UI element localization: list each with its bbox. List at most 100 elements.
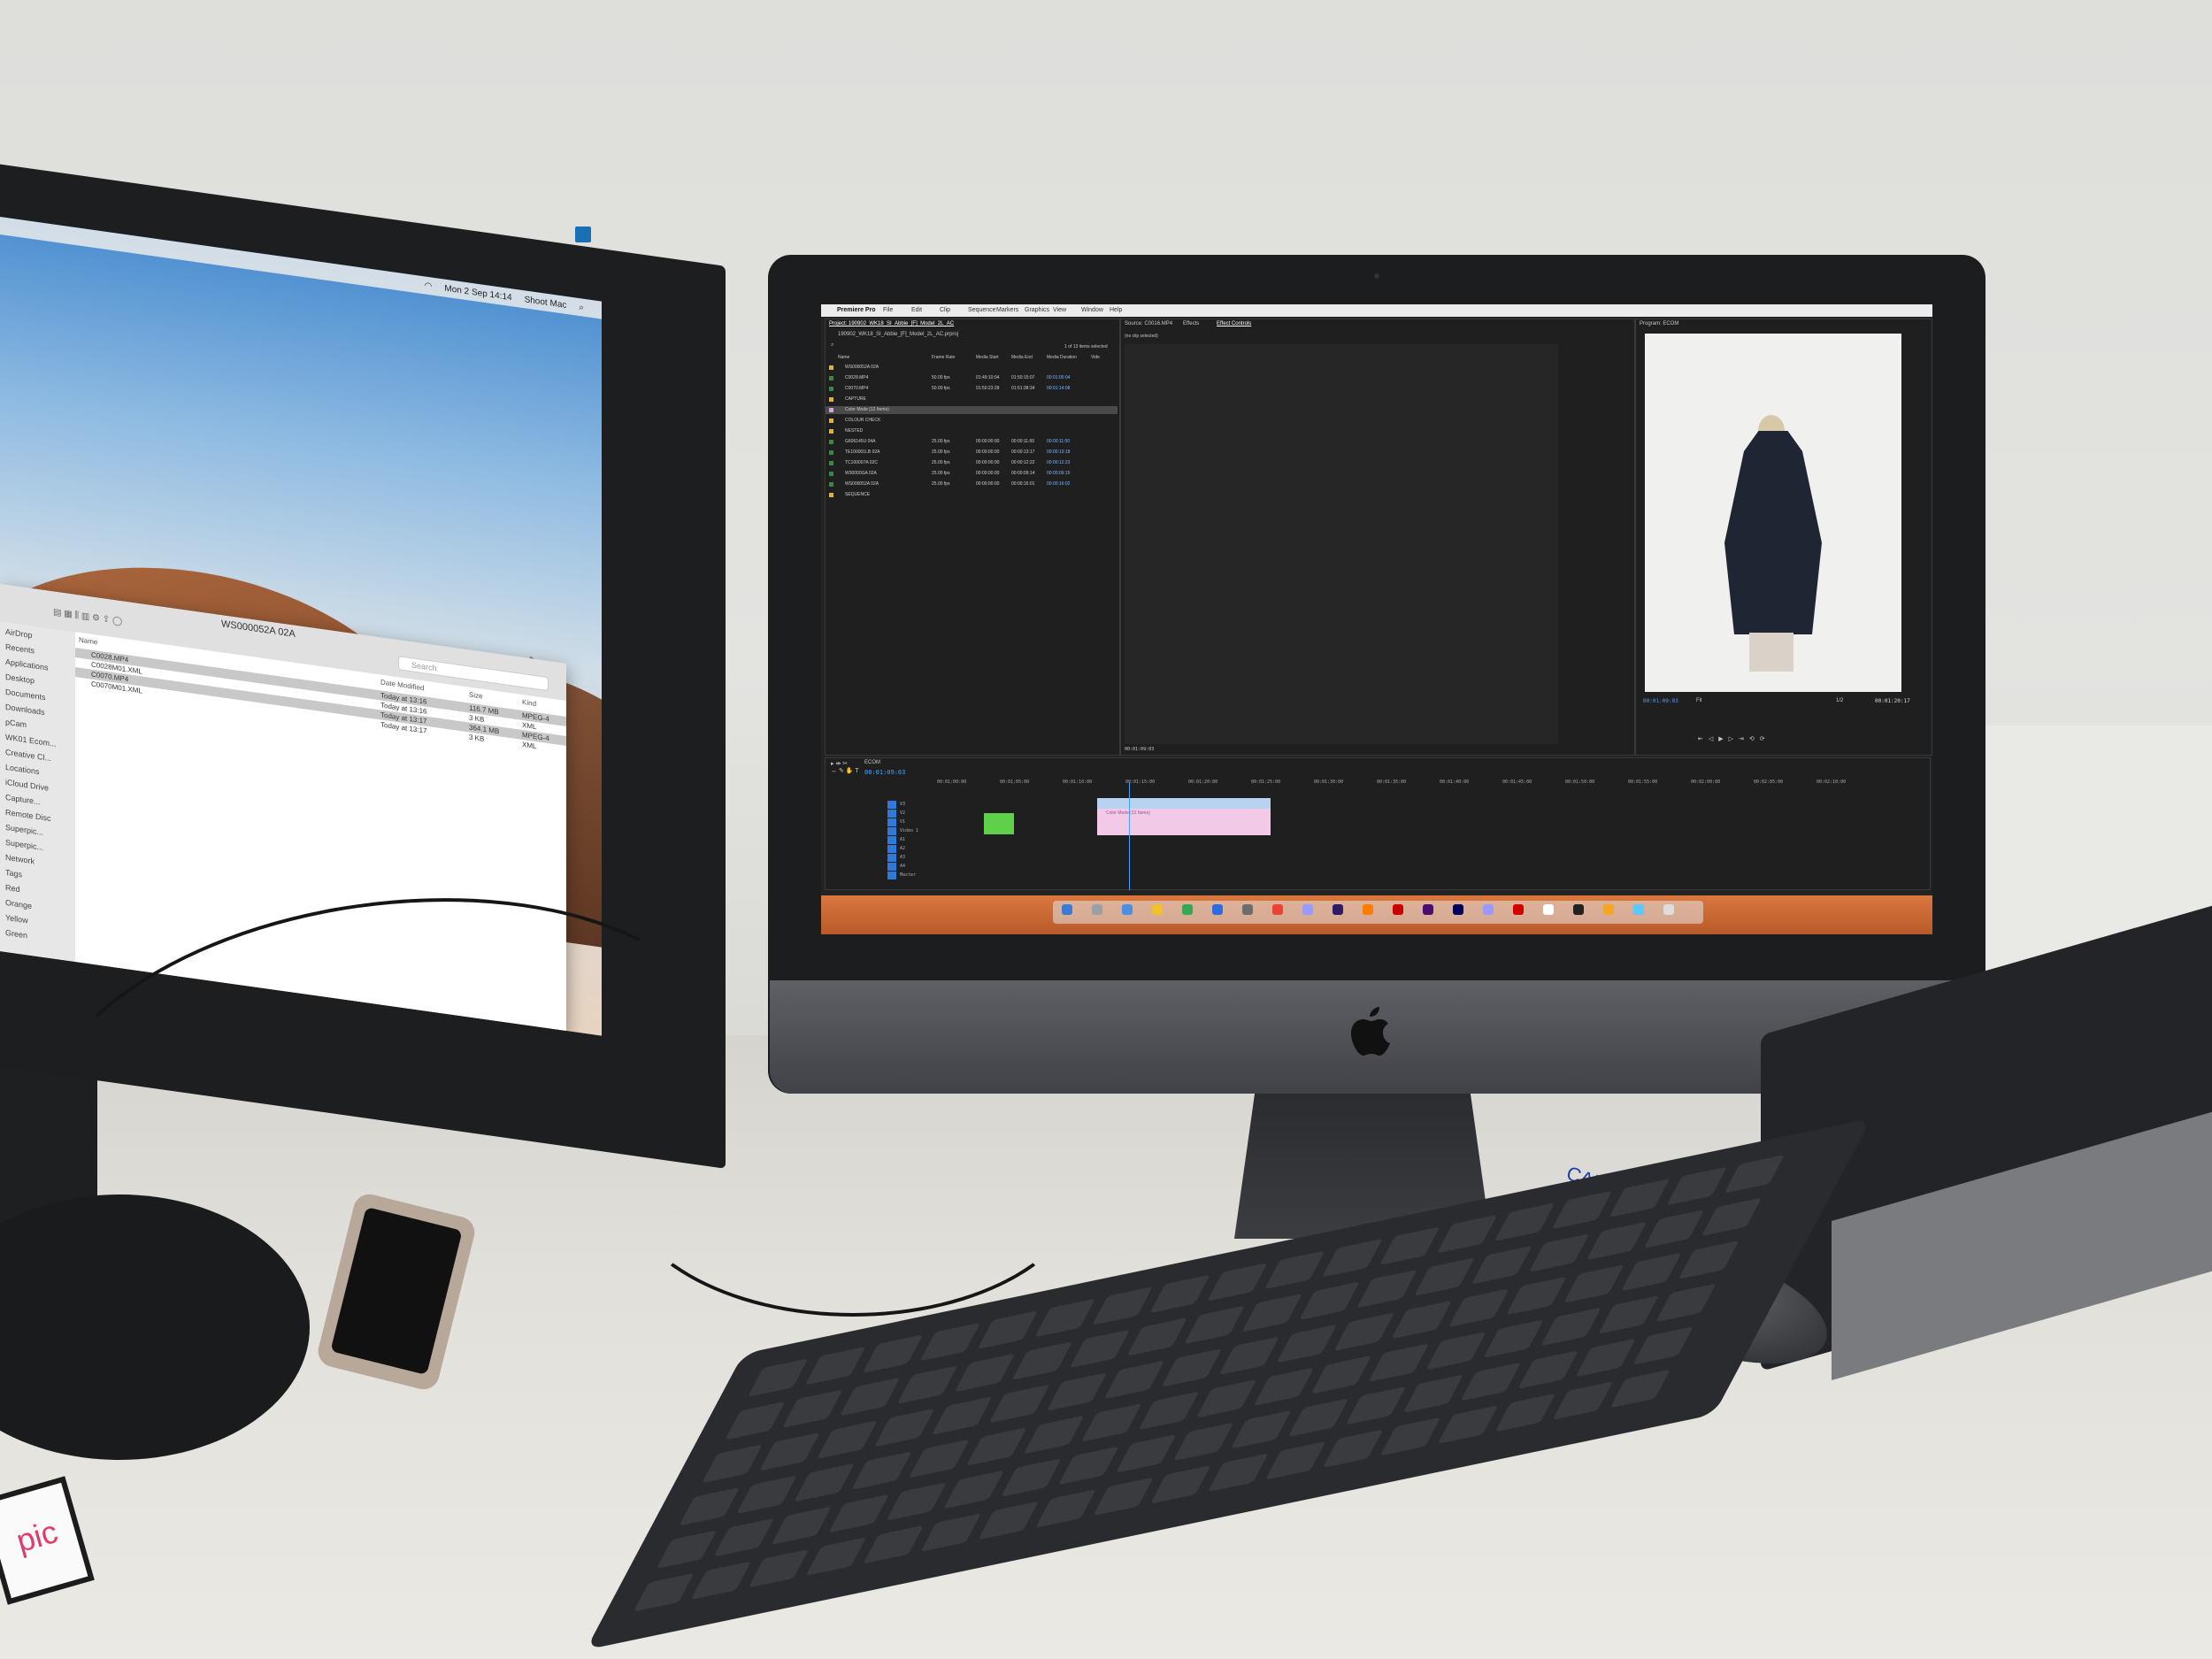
fit-dropdown[interactable]: Fit [1696, 698, 1702, 703]
dock-app-icon[interactable] [1212, 904, 1223, 915]
project-column-header[interactable]: Media Duration [1047, 355, 1077, 360]
finder-sidebar-item[interactable]: Tags [5, 868, 22, 879]
label-color-swatch[interactable] [829, 450, 833, 455]
project-item-row[interactable]: SEQUENCE [826, 491, 1118, 499]
menu-item[interactable]: Graphics [1025, 304, 1049, 317]
menu-item[interactable]: Sequence [968, 304, 996, 317]
project-item-row[interactable]: TE100001LB 02A 25.00 fps 00:00:00:00 00:00:… [826, 449, 1118, 457]
project-column-header[interactable]: Vide [1091, 355, 1100, 360]
column-date-modified[interactable]: Date Modified [380, 678, 424, 692]
dock-app-icon[interactable] [1242, 904, 1253, 915]
finder-sidebar-item[interactable]: Recents [5, 642, 35, 656]
project-item-row[interactable]: CAPTURE [826, 396, 1118, 403]
dock-app-icon[interactable] [1543, 904, 1554, 915]
project-item-row[interactable]: WS000052A 02A 25.00 fps 00:00:00:00 00:00:1… [826, 480, 1118, 488]
track-toggle-button[interactable] [887, 836, 896, 844]
label-color-swatch[interactable] [829, 408, 833, 412]
playhead[interactable] [1129, 782, 1130, 890]
track-toggle-button[interactable] [887, 801, 896, 809]
dock-app-icon[interactable] [1333, 904, 1343, 915]
project-panel[interactable]: Project: 190902_WK18_SI_Abbie_[F]_Model_… [825, 319, 1120, 756]
dock-app-icon[interactable] [1272, 904, 1283, 915]
label-color-swatch[interactable] [829, 440, 833, 444]
label-color-swatch[interactable] [829, 461, 833, 465]
track-toggle-button[interactable] [887, 863, 896, 871]
finder-sidebar-item[interactable]: iCloud Drive [5, 778, 49, 793]
finder-sidebar-item[interactable]: Downloads [5, 703, 45, 717]
effect-controls-panel[interactable]: Source: C0016.MP4 Effects Effect Control… [1120, 319, 1635, 756]
dock-app-icon[interactable] [1092, 904, 1102, 915]
finder-sidebar-item[interactable]: WK01 Ecom... [5, 733, 57, 749]
spotlight-icon[interactable]: ⌕ [579, 302, 584, 312]
label-color-swatch[interactable] [829, 376, 833, 380]
project-item-row[interactable]: C0070.MP4 50.00 fps 01:50:23:28 01:51:38:34… [826, 385, 1118, 393]
program-monitor[interactable]: Program: ECOM 00:01:09:03 Fit 1/2 00:01:… [1635, 319, 1932, 756]
finder-sidebar-item[interactable]: Green [5, 928, 27, 941]
finder-sidebar-item[interactable]: pCam [5, 718, 27, 729]
project-item-row[interactable]: WS000052A 02A [826, 364, 1118, 372]
project-item-row[interactable]: TC100007A 02C 25.00 fps 00:00:00:00 00:00:1… [826, 459, 1118, 467]
dock-app-icon[interactable] [1483, 904, 1494, 915]
finder-sidebar-item[interactable]: Desktop [5, 672, 35, 686]
dock-app-icon[interactable] [1423, 904, 1433, 915]
finder-sidebar-item[interactable]: Superpic... [5, 838, 43, 852]
project-column-header[interactable]: Name [838, 355, 849, 360]
label-color-swatch[interactable] [829, 419, 833, 423]
dock-app-icon[interactable] [1122, 904, 1133, 915]
project-item-row[interactable]: G606145U 04A 25.00 fps 00:00:00:00 00:00:11… [826, 438, 1118, 446]
menu-item[interactable]: View [1053, 304, 1066, 317]
clip-markers-row[interactable] [1097, 798, 1271, 809]
finder-sidebar-item[interactable]: Orange [5, 898, 32, 910]
project-panel-title[interactable]: Project: 190902_WK18_SI_Abbie_[F]_Model_… [829, 321, 954, 326]
quality-dropdown[interactable]: 1/2 [1836, 698, 1843, 703]
sequence-tab[interactable]: ECOM [864, 760, 880, 765]
project-item-row[interactable]: Color Mode (12 Items) [826, 406, 1118, 414]
dock-app-icon[interactable] [1453, 904, 1463, 915]
label-color-swatch[interactable] [829, 482, 833, 487]
dock-app-icon[interactable] [1363, 904, 1373, 915]
menu-item[interactable]: Markers [996, 304, 1018, 317]
finder-view-buttons[interactable]: ▤ ▦ ⫼ ▥ ⚙ ⇪ ◯ [53, 607, 122, 626]
project-search-icon[interactable]: ⌕ [831, 342, 833, 349]
wifi-icon[interactable]: ◠ [425, 280, 433, 291]
project-item-row[interactable]: C0028.MP4 50.00 fps 01:49:10:04 01:50:15:07… [826, 374, 1118, 382]
label-color-swatch[interactable] [829, 387, 833, 391]
finder-sidebar-item[interactable]: Remote Disc [5, 808, 51, 823]
column-size[interactable]: Size [469, 690, 483, 700]
dock-app-icon[interactable] [1513, 904, 1524, 915]
dock-app-icon[interactable] [1302, 904, 1313, 915]
menu-item[interactable]: File [883, 304, 893, 317]
video-clip-green[interactable] [984, 813, 1014, 834]
menubar-user[interactable]: Shoot Mac [525, 295, 567, 311]
menu-item[interactable]: Edit [911, 304, 922, 317]
project-item-row[interactable]: NESTED [826, 427, 1118, 435]
finder-sidebar-item[interactable]: AirDrop [5, 627, 33, 640]
menu-item[interactable]: Help [1110, 304, 1122, 317]
finder-sidebar-item[interactable]: Creative Cl... [5, 748, 51, 763]
label-color-swatch[interactable] [829, 397, 833, 402]
dock-app-icon[interactable] [1603, 904, 1614, 915]
tab-source[interactable]: Source: C0016.MP4 [1125, 321, 1172, 326]
menu-item[interactable]: Clip [940, 304, 950, 317]
tab-effect-controls[interactable]: Effect Controls [1217, 321, 1251, 326]
track-toggle-button[interactable] [887, 827, 896, 835]
label-color-swatch[interactable] [829, 493, 833, 497]
project-item-row[interactable]: COLOUR CHECK [826, 417, 1118, 425]
project-column-header[interactable]: Frame Rate [932, 355, 955, 360]
dock-app-icon[interactable] [1152, 904, 1163, 915]
playback-controls[interactable]: ⇤◁▶▷⇥⟲⟳ [1698, 735, 1770, 742]
finder-sidebar-item[interactable]: Yellow [5, 913, 28, 926]
label-color-swatch[interactable] [829, 472, 833, 476]
column-kind[interactable]: Kind [522, 698, 536, 708]
track-toggle-button[interactable] [887, 818, 896, 826]
label-color-swatch[interactable] [829, 365, 833, 370]
track-toggle-button[interactable] [887, 810, 896, 818]
tools-panel[interactable]: ▸ ⇹ ✂ ↔ ✎ ✋ T [831, 760, 859, 774]
finder-sidebar-item[interactable]: Locations [5, 763, 40, 776]
finder-sidebar-item[interactable]: Red [5, 883, 20, 894]
tab-effects[interactable]: Effects [1183, 321, 1199, 326]
finder-sidebar-item[interactable]: Documents [5, 687, 46, 702]
menu-app-name[interactable]: Premiere Pro [837, 304, 876, 317]
finder-sidebar-item[interactable]: Applications [5, 657, 49, 672]
dock-app-icon[interactable] [1663, 904, 1674, 915]
